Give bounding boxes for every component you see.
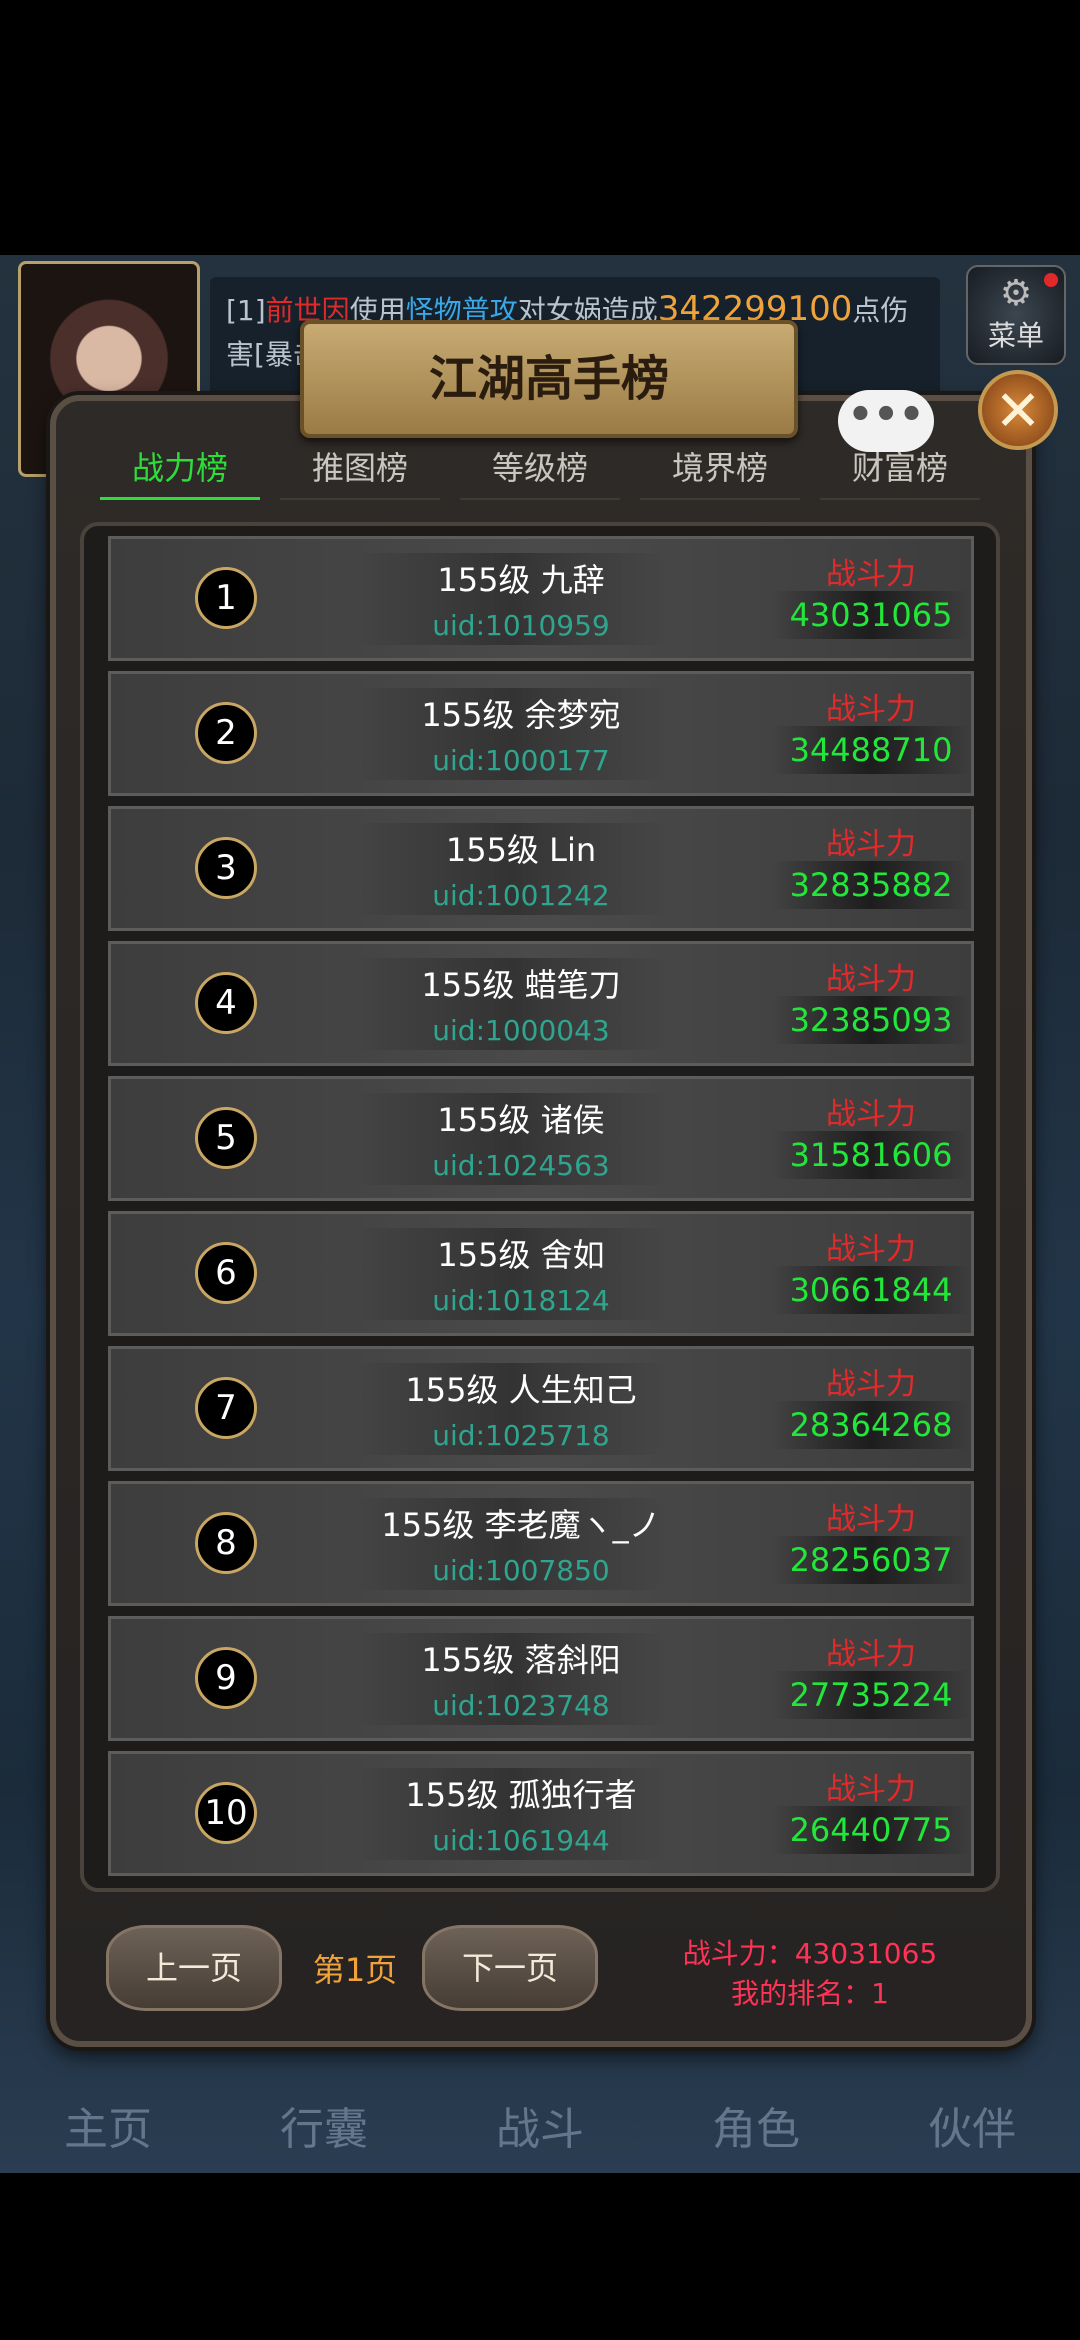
player-uid: uid:1024563 (432, 1149, 610, 1182)
my-power: 战斗力：43031065 (682, 1937, 938, 1970)
ranking-list: 1 155级 九辞 uid:1010959 战斗力 43031065 2 155… (108, 536, 974, 1886)
ranking-row[interactable]: 7 155级 人生知己 uid:1025718 战斗力 28364268 (108, 1346, 974, 1471)
rank-badge: 1 (195, 567, 257, 629)
power-value: 32385093 (771, 996, 971, 1044)
player-uid: uid:1023748 (432, 1689, 610, 1722)
power-value: 31581606 (771, 1131, 971, 1179)
ranking-row[interactable]: 4 155级 蜡笔刀 uid:1000043 战斗力 32385093 (108, 941, 974, 1066)
tab-realm[interactable]: 境界榜 (640, 440, 800, 500)
rank-badge: 6 (195, 1242, 257, 1304)
tab-power[interactable]: 战力榜 (100, 440, 260, 500)
player-name: 155级 余梦宛 (421, 696, 621, 734)
my-rank: 我的排名：1 (731, 1977, 889, 2010)
player-name: 155级 Lin (445, 831, 597, 869)
tab-wealth[interactable]: 财富榜 (820, 440, 980, 500)
player-name: 155级 落斜阳 (421, 1641, 621, 1679)
close-icon: ✕ (994, 379, 1042, 444)
player-uid: uid:1000177 (432, 744, 610, 777)
power-label: 战斗力 (826, 1772, 916, 1807)
ranking-tabs: 战力榜 推图榜 等级榜 境界榜 财富榜 (100, 440, 980, 500)
rank-badge: 3 (195, 837, 257, 899)
ranking-row[interactable]: 6 155级 舍如 uid:1018124 战斗力 30661844 (108, 1211, 974, 1336)
player-name: 155级 人生知己 (405, 1371, 637, 1409)
rank-badge: 10 (195, 1782, 257, 1844)
nav-partner[interactable]: 伙伴 (928, 2093, 1016, 2157)
power-label: 战斗力 (826, 1367, 916, 1402)
rank-badge: 9 (195, 1647, 257, 1709)
power-value: 32835882 (771, 861, 971, 909)
nav-battle[interactable]: 战斗 (496, 2093, 584, 2157)
rank-badge: 7 (195, 1377, 257, 1439)
nav-bag[interactable]: 行囊 (280, 2093, 368, 2157)
player-name: 155级 李老魔ヽ_ノ (381, 1506, 661, 1544)
power-value: 43031065 (771, 591, 971, 639)
rank-badge: 8 (195, 1512, 257, 1574)
player-uid: uid:1018124 (432, 1284, 610, 1317)
power-label: 战斗力 (826, 1232, 916, 1267)
ranking-row[interactable]: 8 155级 李老魔ヽ_ノ uid:1007850 战斗力 28256037 (108, 1481, 974, 1606)
power-label: 战斗力 (826, 1097, 916, 1132)
prev-page-button[interactable]: 上一页 (106, 1925, 282, 2011)
rank-badge: 4 (195, 972, 257, 1034)
power-label: 战斗力 (826, 962, 916, 997)
notification-dot (1044, 273, 1058, 287)
ranking-row[interactable]: 3 155级 Lin uid:1001242 战斗力 32835882 (108, 806, 974, 931)
log-prefix: [1] (226, 294, 266, 327)
log-text: 点伤 (852, 294, 909, 327)
player-uid: uid:1010959 (432, 609, 610, 642)
nav-character[interactable]: 角色 (712, 2093, 800, 2157)
nav-home[interactable]: 主页 (64, 2093, 152, 2157)
power-value: 28364268 (771, 1401, 971, 1449)
ranking-row[interactable]: 1 155级 九辞 uid:1010959 战斗力 43031065 (108, 536, 974, 661)
player-name: 155级 九辞 (437, 561, 605, 599)
ranking-row[interactable]: 5 155级 诸侯 uid:1024563 战斗力 31581606 (108, 1076, 974, 1201)
ranking-row[interactable]: 9 155级 落斜阳 uid:1023748 战斗力 27735224 (108, 1616, 974, 1741)
player-uid: uid:1025718 (432, 1419, 610, 1452)
ranking-row[interactable]: 2 155级 余梦宛 uid:1000177 战斗力 34488710 (108, 671, 974, 796)
player-uid: uid:1061944 (432, 1824, 610, 1857)
power-value: 34488710 (771, 726, 971, 774)
current-page: 第1页 (312, 1951, 398, 1989)
rank-badge: 5 (195, 1107, 257, 1169)
ranking-row[interactable]: 10 155级 孤独行者 uid:1061944 战斗力 26440775 (108, 1751, 974, 1876)
player-uid: uid:1001242 (432, 879, 610, 912)
power-value: 26440775 (771, 1806, 971, 1854)
menu-button[interactable]: ⚙ 菜单 (966, 265, 1066, 365)
power-label: 战斗力 (826, 557, 916, 592)
power-value: 28256037 (771, 1536, 971, 1584)
next-page-button[interactable]: 下一页 (422, 1925, 598, 2011)
player-name: 155级 诸侯 (437, 1101, 605, 1139)
power-value: 27735224 (771, 1671, 971, 1719)
power-label: 战斗力 (826, 692, 916, 727)
tab-progress[interactable]: 推图榜 (280, 440, 440, 500)
player-uid: uid:1007850 (432, 1554, 610, 1587)
close-button[interactable]: ✕ (978, 370, 1058, 450)
power-label: 战斗力 (826, 1502, 916, 1537)
player-name: 155级 孤独行者 (405, 1776, 637, 1814)
power-value: 30661844 (771, 1266, 971, 1314)
menu-label: 菜单 (987, 319, 1044, 352)
bottom-nav: 主页 行囊 战斗 角色 伙伴 (0, 2075, 1080, 2173)
power-label: 战斗力 (826, 827, 916, 862)
player-name: 155级 舍如 (437, 1236, 605, 1274)
player-uid: uid:1000043 (432, 1014, 610, 1047)
player-name: 155级 蜡笔刀 (421, 966, 621, 1004)
panel-title: 江湖高手榜 (300, 320, 798, 438)
rank-badge: 2 (195, 702, 257, 764)
power-label: 战斗力 (826, 1637, 916, 1672)
tab-level[interactable]: 等级榜 (460, 440, 620, 500)
